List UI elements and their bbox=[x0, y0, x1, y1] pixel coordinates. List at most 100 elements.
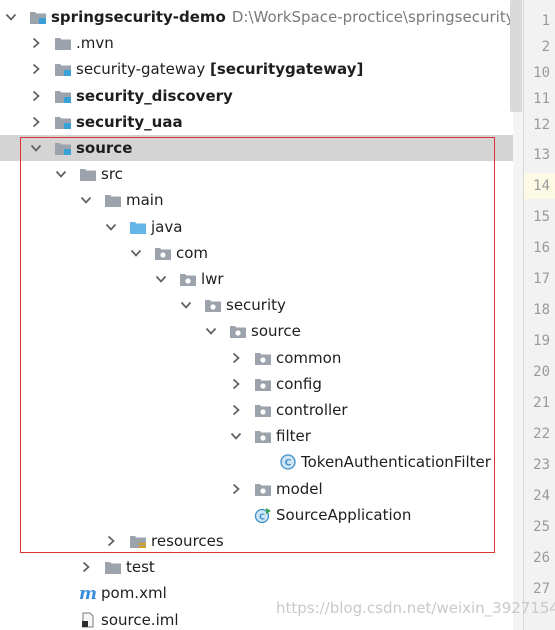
tree-node-label: controller bbox=[276, 401, 348, 419]
tree-node-text: src bbox=[101, 165, 123, 184]
tree-node-security-gateway[interactable]: security-gateway [securitygateway] bbox=[0, 56, 513, 82]
line-number: 13 bbox=[533, 147, 550, 163]
chevron-down-icon[interactable] bbox=[129, 246, 143, 260]
tree-node-text: test bbox=[126, 558, 155, 577]
chevron-right-icon[interactable] bbox=[229, 403, 243, 417]
tree-node-com[interactable]: com bbox=[0, 240, 513, 266]
chevron-down-icon[interactable] bbox=[229, 429, 243, 443]
tree-node-controller[interactable]: controller bbox=[0, 397, 513, 423]
module-folder-icon bbox=[54, 61, 72, 77]
tree-node-config[interactable]: config bbox=[0, 371, 513, 397]
tree-node-text: model bbox=[276, 479, 323, 498]
tree-node-common[interactable]: common bbox=[0, 345, 513, 371]
tree-node-text: security_discovery bbox=[76, 86, 233, 105]
tree-node-text: SourceApplication bbox=[276, 505, 412, 524]
package-icon bbox=[254, 350, 272, 366]
tree-node-text: lwr bbox=[201, 270, 224, 288]
tree-node-label: main bbox=[126, 191, 163, 209]
tree-node-security[interactable]: security bbox=[0, 292, 513, 318]
tree-node-lwr[interactable]: lwr bbox=[0, 266, 513, 292]
tree-node-text: security-gateway bbox=[76, 60, 206, 79]
line-number: 11 bbox=[533, 91, 550, 107]
tree-node-springsecurity-demo[interactable]: springsecurity-demo D:\WorkSpace-proctice… bbox=[0, 4, 513, 30]
chevron-right-icon[interactable] bbox=[29, 36, 43, 50]
module-name-suffix: [securitygateway] bbox=[209, 60, 364, 79]
tree-node-text: config bbox=[276, 374, 322, 393]
java-class-icon: C bbox=[279, 454, 297, 471]
tree-node-main[interactable]: main bbox=[0, 187, 513, 213]
folder-icon bbox=[54, 35, 72, 51]
tree-node-security-discovery[interactable]: security_discovery bbox=[0, 83, 513, 109]
tree-node-text: main bbox=[126, 191, 164, 210]
chevron-right-icon[interactable] bbox=[104, 534, 118, 548]
tree-node-text: controller bbox=[276, 401, 348, 419]
chevron-right-icon[interactable] bbox=[229, 377, 243, 391]
line-number: 18 bbox=[533, 302, 550, 318]
tree-node-security-uaa[interactable]: security_uaa bbox=[0, 109, 513, 135]
tree-node-label: source.iml bbox=[101, 611, 179, 629]
chevron-down-icon[interactable] bbox=[154, 272, 168, 286]
tree-node-source-package[interactable]: source bbox=[0, 318, 513, 344]
tree-node-label: test bbox=[126, 558, 155, 576]
tree-node-text: resources bbox=[151, 532, 224, 550]
tree-node-test[interactable]: test bbox=[0, 554, 513, 580]
tree-node-src[interactable]: src bbox=[0, 161, 513, 187]
module-folder-icon bbox=[54, 140, 72, 156]
chevron-right-icon[interactable] bbox=[79, 560, 93, 574]
chevron-down-icon[interactable] bbox=[204, 324, 218, 338]
package-icon bbox=[154, 245, 172, 261]
tree-node-text: springsecurity-demo bbox=[51, 8, 226, 26]
tree-node-label: security bbox=[226, 296, 286, 314]
chevron-down-icon[interactable] bbox=[179, 298, 193, 312]
tree-node-text: source bbox=[76, 139, 133, 157]
line-number: 19 bbox=[533, 333, 550, 349]
line-number: 23 bbox=[533, 457, 550, 473]
tree-node-label: config bbox=[276, 375, 322, 393]
project-tree: springsecurity-demo D:\WorkSpace-proctice… bbox=[0, 0, 513, 630]
tree-node-label: java bbox=[151, 218, 182, 236]
tree-node-model[interactable]: model bbox=[0, 476, 513, 502]
folder-icon bbox=[79, 166, 97, 182]
vertical-scrollbar-thumb[interactable] bbox=[510, 0, 522, 112]
tree-node-label: src bbox=[101, 165, 123, 183]
chevron-down-icon[interactable] bbox=[29, 141, 43, 155]
line-number: 21 bbox=[533, 395, 550, 411]
chevron-down-icon[interactable] bbox=[104, 220, 118, 234]
tree-node-token-authentication-filter[interactable]: C TokenAuthenticationFilter bbox=[0, 449, 513, 475]
tree-node-text: security_uaa bbox=[76, 112, 183, 131]
tree-node-resources[interactable]: resources bbox=[0, 528, 513, 554]
line-number: 26 bbox=[533, 550, 550, 566]
line-number: 10 bbox=[533, 65, 550, 81]
chevron-down-icon[interactable] bbox=[54, 167, 68, 181]
chevron-down-icon[interactable] bbox=[4, 10, 18, 24]
line-number: 2 bbox=[541, 39, 550, 55]
line-number: 16 bbox=[533, 240, 550, 256]
tree-node-source[interactable]: source bbox=[0, 135, 513, 161]
line-number: 14 bbox=[524, 173, 555, 199]
tree-node-text: java bbox=[151, 217, 183, 236]
tree-node-label: .mvn bbox=[76, 34, 114, 52]
chevron-right-icon[interactable] bbox=[29, 115, 43, 129]
maven-icon: m bbox=[79, 585, 97, 601]
tree-node-mvn[interactable]: .mvn bbox=[0, 30, 513, 56]
line-number: 12 bbox=[533, 117, 550, 133]
chevron-right-icon[interactable] bbox=[229, 351, 243, 365]
tree-node-text: source.iml bbox=[101, 610, 179, 629]
chevron-right-icon[interactable] bbox=[229, 482, 243, 496]
tree-node-label: common bbox=[276, 349, 341, 367]
tree-node-source-application[interactable]: C SourceApplication bbox=[0, 502, 513, 528]
tree-node-filter[interactable]: filter bbox=[0, 423, 513, 449]
tree-node-text: com bbox=[176, 243, 209, 262]
iml-file-icon bbox=[79, 612, 97, 628]
line-number: 22 bbox=[533, 426, 550, 442]
chevron-right-icon[interactable] bbox=[29, 62, 43, 76]
package-icon bbox=[254, 481, 272, 497]
chevron-down-icon[interactable] bbox=[79, 193, 93, 207]
tree-node-label: TokenAuthenticationFilter bbox=[301, 453, 491, 471]
folder-icon bbox=[104, 559, 122, 575]
chevron-right-icon[interactable] bbox=[29, 89, 43, 103]
package-icon bbox=[254, 402, 272, 418]
tree-node-label: security_discovery bbox=[76, 87, 233, 105]
tree-node-java[interactable]: java bbox=[0, 214, 513, 240]
package-icon bbox=[254, 428, 272, 444]
